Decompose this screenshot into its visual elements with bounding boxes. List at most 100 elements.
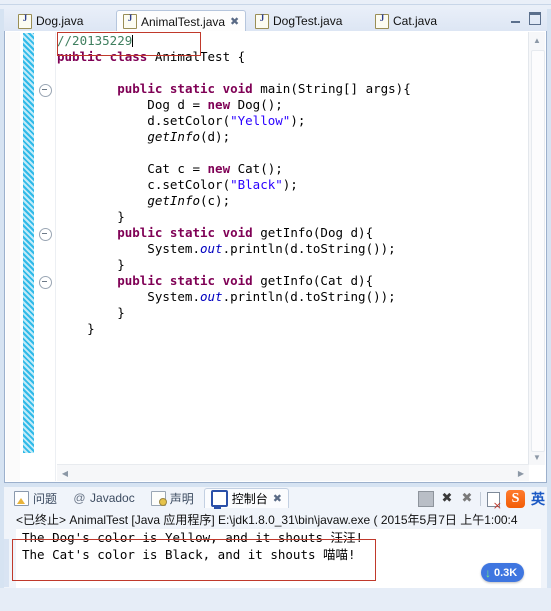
editor-tab-dogtest[interactable]: DogTest.java [249, 11, 348, 31]
code-line: } [57, 305, 526, 321]
code-token: public static void [117, 81, 261, 96]
scroll-down-icon[interactable]: ▼ [529, 449, 545, 465]
code-token: out [200, 241, 223, 256]
console-tab-label: 问题 [33, 491, 58, 506]
code-line: //20135229 [57, 33, 526, 49]
screen: Dog.java AnimalTest.java ✖ DogTest.java … [0, 0, 551, 611]
close-icon[interactable]: ✖ [273, 492, 282, 505]
editor-vertical-scrollbar[interactable]: ▲ ▼ [528, 32, 545, 465]
fold-collapse-icon[interactable] [39, 84, 52, 97]
code-token: public static void [117, 225, 261, 240]
terminate-icon[interactable] [418, 491, 434, 507]
code-line: } [57, 321, 526, 337]
java-file-icon [375, 13, 389, 29]
editor-tab-animaltest[interactable]: AnimalTest.java ✖ [116, 10, 247, 32]
problems-icon [14, 490, 29, 506]
annotation-gutter[interactable] [6, 32, 20, 481]
editor-tab-dog[interactable]: Dog.java [12, 11, 89, 31]
java-file-icon [255, 13, 269, 29]
code-line: c.setColor("Black"); [57, 177, 526, 193]
code-line: System.out.println(d.toString()); [57, 241, 526, 257]
code-line: getInfo(d); [57, 129, 526, 145]
code-token: getInfo [147, 129, 200, 144]
code-token: out [200, 289, 223, 304]
editor-window: Dog.java AnimalTest.java ✖ DogTest.java … [4, 9, 547, 483]
sogou-logo-icon[interactable]: S [506, 490, 525, 508]
vertical-scroll-thumb[interactable] [531, 50, 545, 452]
code-token: "Yellow" [230, 113, 291, 128]
console-output-line: The Dog's color is Yellow, and it shouts… [22, 530, 364, 545]
scroll-up-icon[interactable]: ▲ [529, 32, 545, 48]
code-token: //20135229 [57, 33, 133, 48]
console-tab-declaration[interactable]: 声明 [145, 489, 200, 508]
remove-all-terminated-icon[interactable]: ✖ [460, 492, 474, 506]
code-token: (c); [200, 193, 231, 208]
top-divider [0, 4, 551, 5]
code-token: .println(d.toString()); [222, 289, 396, 304]
scroll-right-icon[interactable]: ▶ [513, 465, 529, 481]
code-token: public static void [117, 273, 261, 288]
code-token: } [57, 209, 125, 224]
code-token: getInfo [147, 193, 200, 208]
code-token: "Black" [230, 177, 283, 192]
code-token: Cat(); [237, 161, 283, 176]
code-token: main(String[] args){ [260, 81, 411, 96]
download-speed-label: 0.3K [494, 566, 518, 579]
code-line: System.out.println(d.toString()); [57, 289, 526, 305]
code-token: } [57, 321, 95, 336]
console-toolbar: ✖ ✖ S 英 [418, 489, 545, 511]
code-line: public class AnimalTest { [57, 49, 526, 65]
console-tab-javadoc[interactable]: @ Javadoc [67, 489, 141, 508]
bottom-filler [0, 588, 551, 611]
remove-launch-icon[interactable]: ✖ [440, 492, 454, 506]
download-speed-badge[interactable]: ↓ 0.3K [481, 563, 525, 582]
scroll-left-icon[interactable]: ◀ [57, 465, 73, 481]
declaration-icon [150, 490, 167, 506]
code-token: } [57, 257, 125, 272]
code-token: AnimalTest { [154, 49, 246, 64]
console-tab-label: 声明 [169, 491, 194, 506]
editor-horizontal-scrollbar[interactable]: ◀ ▶ [57, 464, 529, 481]
ime-mode-label[interactable]: 英 [531, 489, 545, 509]
editor-canvas[interactable]: //20135229 public class AnimalTest { publ… [5, 31, 546, 482]
fold-collapse-icon[interactable] [39, 276, 52, 289]
console-icon [210, 490, 228, 509]
toolbar-separator [480, 492, 481, 506]
clear-console-icon[interactable] [487, 491, 502, 511]
launch-status-line: <已终止> AnimalTest [Java 应用程序] E:\jdk1.8.0… [16, 513, 518, 527]
maximize-icon[interactable] [529, 12, 541, 25]
code-token: Dog d = [57, 97, 208, 112]
code-token: Cat c = [57, 161, 208, 176]
code-line: public static void main(String[] args){ [57, 81, 526, 97]
editor-tab-label: Dog.java [36, 14, 84, 28]
code-token: getInfo(Dog d){ [260, 225, 374, 240]
console-output-line: The Cat's color is Black, and it shouts … [22, 547, 356, 562]
console-tab-problems[interactable]: 问题 [8, 489, 63, 508]
code-token: Dog(); [237, 97, 283, 112]
code-line: } [57, 209, 526, 225]
code-token: public class [57, 49, 155, 64]
close-icon[interactable]: ✖ [230, 16, 239, 27]
code-line: getInfo(c); [57, 193, 526, 209]
window-controls [511, 12, 541, 25]
source-code[interactable]: //20135229 public class AnimalTest { publ… [57, 33, 526, 462]
javadoc-icon: @ [73, 490, 86, 505]
text-cursor [132, 35, 134, 47]
fold-collapse-icon[interactable] [39, 228, 52, 241]
code-token: } [57, 305, 125, 320]
code-line: public static void getInfo(Dog d){ [57, 225, 526, 241]
code-token: ); [282, 177, 298, 192]
change-ruler-bar [23, 33, 34, 453]
minimize-icon[interactable] [511, 14, 520, 23]
editor-tab-cat[interactable]: Cat.java [369, 11, 443, 31]
code-token: (d); [200, 129, 231, 144]
editor-tab-label: AnimalTest.java [141, 14, 226, 29]
console-tab-label: Javadoc [90, 491, 135, 505]
window-top-strip [0, 0, 551, 9]
console-tab-console[interactable]: 控制台 ✖ [203, 488, 289, 509]
folding-gutter[interactable] [35, 32, 56, 481]
